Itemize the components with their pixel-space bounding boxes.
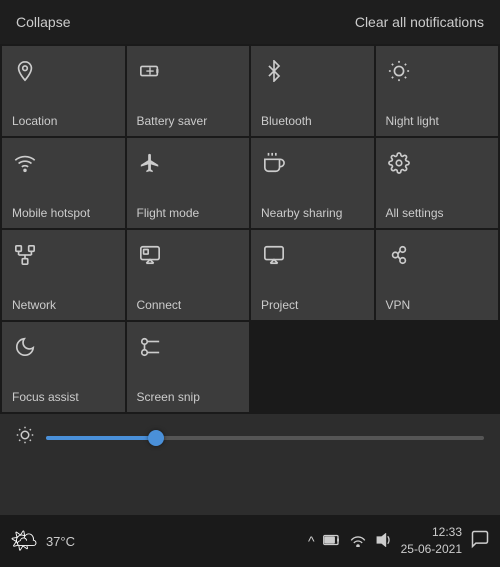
collapse-button[interactable]: Collapse: [16, 14, 70, 30]
tile-bluetooth-label: Bluetooth: [261, 114, 312, 128]
tile-all-settings-label: All settings: [386, 206, 444, 220]
tile-bluetooth[interactable]: Bluetooth: [251, 46, 374, 136]
time-text: 12:33: [432, 525, 462, 539]
tile-screen-snip-label: Screen snip: [137, 390, 200, 404]
clear-all-notifications-button[interactable]: Clear all notifications: [355, 14, 484, 30]
brightness-bar: [0, 414, 500, 461]
tile-mobile-hotspot[interactable]: Mobile hotspot: [2, 138, 125, 228]
date-text: 25-06-2021: [401, 542, 462, 556]
battery-tray-icon[interactable]: [323, 533, 341, 550]
screen-snip-icon: [139, 336, 161, 364]
slider-fill: [46, 436, 156, 440]
tile-vpn[interactable]: VPN: [376, 230, 499, 320]
slider-thumb[interactable]: [148, 430, 164, 446]
notifications-button[interactable]: [470, 529, 490, 554]
brightness-low-icon: [16, 426, 34, 449]
tile-all-settings[interactable]: All settings: [376, 138, 499, 228]
tile-screen-snip[interactable]: Screen snip: [127, 322, 250, 412]
system-tray: ^ 12:33 25-06-2021: [308, 524, 490, 558]
tile-connect-label: Connect: [137, 298, 182, 312]
tile-battery-saver[interactable]: Battery saver: [127, 46, 250, 136]
tile-nearby-sharing[interactable]: Nearby sharing: [251, 138, 374, 228]
tile-nearby-sharing-label: Nearby sharing: [261, 206, 342, 220]
notification-header: Collapse Clear all notifications: [0, 0, 500, 44]
slider-track: [46, 436, 484, 440]
night-light-icon: [388, 60, 410, 88]
tile-project-label: Project: [261, 298, 298, 312]
tile-network[interactable]: Network: [2, 230, 125, 320]
flight-mode-icon: [139, 152, 161, 180]
tile-flight-mode-label: Flight mode: [137, 206, 200, 220]
tile-battery-saver-label: Battery saver: [137, 114, 208, 128]
tile-project[interactable]: Project: [251, 230, 374, 320]
location-icon: [14, 60, 36, 88]
tile-flight-mode[interactable]: Flight mode: [127, 138, 250, 228]
network-tray-icon[interactable]: [349, 533, 367, 550]
vpn-icon: [388, 244, 410, 272]
tile-connect[interactable]: Connect: [127, 230, 250, 320]
bluetooth-icon: [263, 60, 285, 88]
tile-network-label: Network: [12, 298, 56, 312]
taskbar: 🌤 37°C ^ 12:33 25-06-2021: [0, 515, 500, 567]
quick-actions-grid: Location Battery saver Bluetooth: [0, 44, 500, 414]
chevron-up-icon[interactable]: ^: [308, 533, 315, 549]
tile-location[interactable]: Location: [2, 46, 125, 136]
project-icon: [263, 244, 285, 272]
clock-display[interactable]: 12:33 25-06-2021: [401, 524, 462, 558]
volume-tray-icon[interactable]: [375, 533, 393, 550]
brightness-slider[interactable]: [46, 436, 484, 440]
nearby-sharing-icon: [263, 152, 285, 180]
mobile-hotspot-icon: [14, 152, 36, 180]
tile-night-light[interactable]: Night light: [376, 46, 499, 136]
tile-focus-assist[interactable]: Focus assist: [2, 322, 125, 412]
tile-focus-assist-label: Focus assist: [12, 390, 79, 404]
weather-icon: 🌤: [10, 528, 38, 554]
focus-assist-icon: [14, 336, 36, 364]
tile-vpn-label: VPN: [386, 298, 411, 312]
tile-mobile-hotspot-label: Mobile hotspot: [12, 206, 90, 220]
network-icon: [14, 244, 36, 272]
tile-night-light-label: Night light: [386, 114, 439, 128]
all-settings-icon: [388, 152, 410, 180]
tile-location-label: Location: [12, 114, 57, 128]
connect-icon: [139, 244, 161, 272]
battery-saver-icon: [139, 60, 161, 88]
temperature-display: 37°C: [46, 534, 75, 549]
